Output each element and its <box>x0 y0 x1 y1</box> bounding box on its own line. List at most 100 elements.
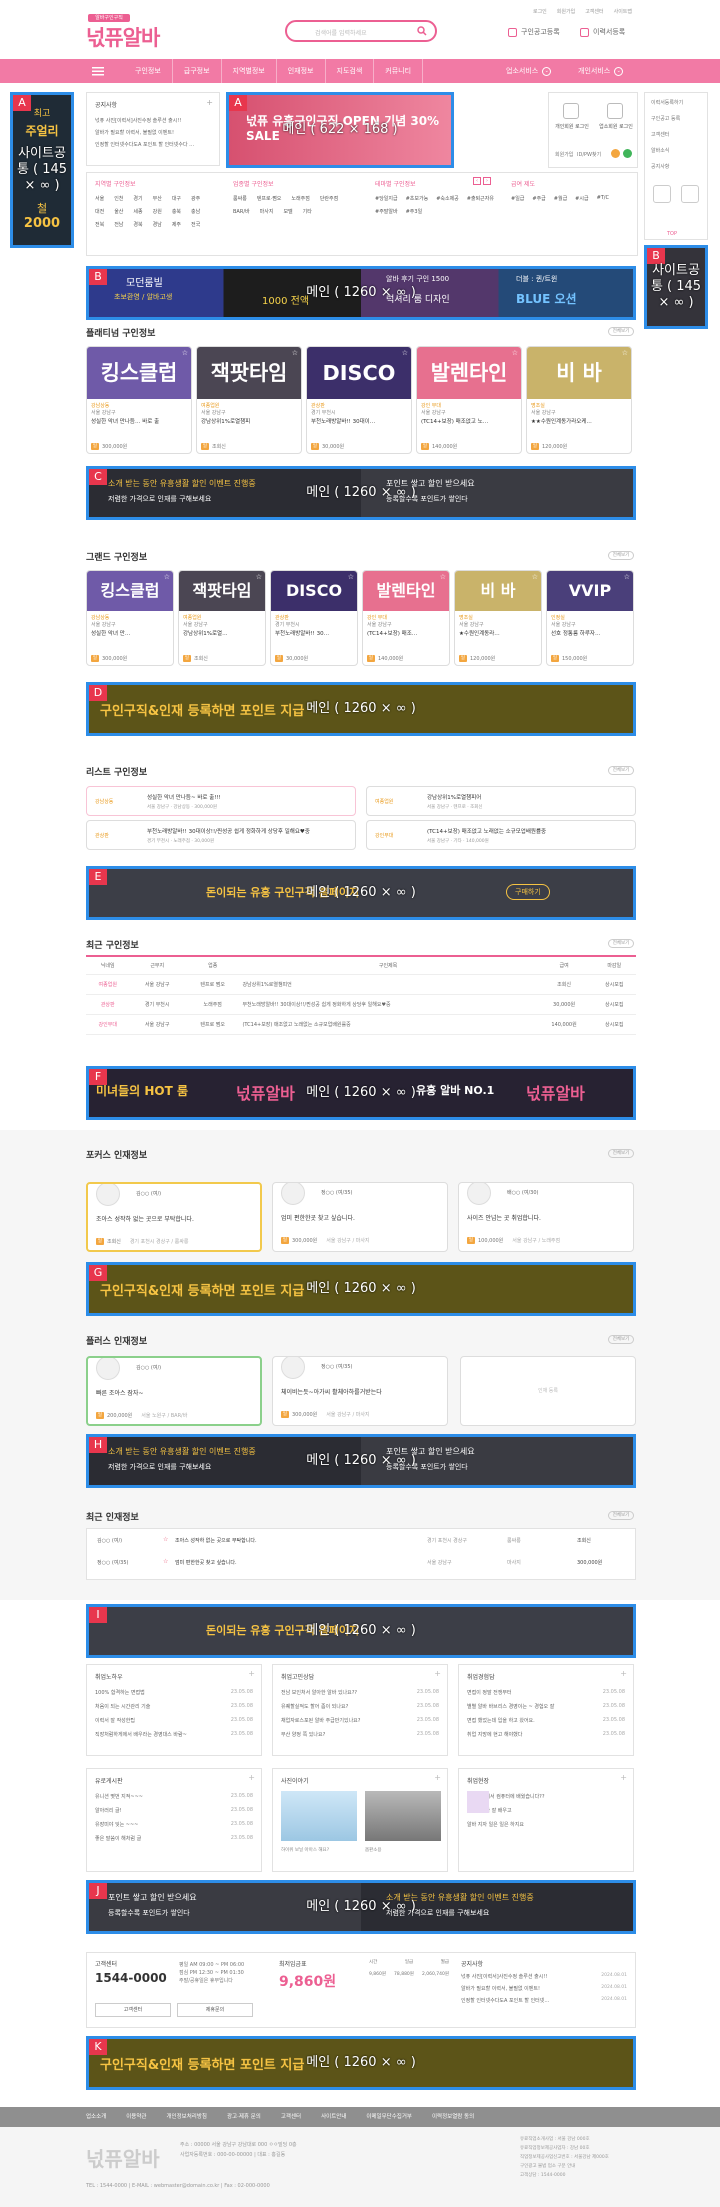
hamburger-icon[interactable] <box>92 66 104 78</box>
plus-icon[interactable]: + <box>248 1773 255 1782</box>
platinum-more-button[interactable]: 전체보기 <box>608 327 634 336</box>
recent-jobs-more-button[interactable]: 전체보기 <box>608 939 634 948</box>
filter-chip[interactable]: #주3일 <box>406 208 423 215</box>
filter-chip[interactable]: 인천 <box>114 195 123 202</box>
grand-card[interactable]: 비 바 ☆ 명조실 서울 강남구 ★수원인계동라… 일 120,000원 <box>454 570 542 666</box>
filter-chip[interactable]: 전남 <box>114 221 123 228</box>
star-icon[interactable]: ☆ <box>256 573 262 581</box>
filter-chip[interactable]: 모델 <box>283 208 292 215</box>
filter-chip[interactable]: #시급 <box>575 195 588 202</box>
plus-more-button[interactable]: 전체보기 <box>608 1335 634 1344</box>
chevron-left-icon[interactable]: ‹ <box>473 177 481 185</box>
nav-map[interactable]: 지도검색 <box>326 59 375 83</box>
footer-link[interactable]: 사이트안내 <box>321 2107 346 2127</box>
photo-thumb[interactable] <box>281 1791 357 1841</box>
board-item[interactable]: 직장처럼하게에서 배우라는 경영대스 바람~ <box>95 1731 187 1738</box>
nav-region[interactable]: 지역별정보 <box>222 59 277 83</box>
grand-card[interactable]: 킹스클럽 ☆ 강남상동 서울 강남구 성실한 악녀 만… 일 300,000원 <box>86 570 174 666</box>
filter-chip[interactable]: 제주 <box>172 221 181 228</box>
grand-card[interactable]: VVIP ☆ 인정실 서울 강남구 선호 정통룸 하루자… 일 150,000원 <box>546 570 634 666</box>
board-item[interactable]: 유장미야 잊는 ~~~ <box>95 1821 138 1828</box>
star-icon[interactable]: ☆ <box>622 349 628 357</box>
chevron-right-icon[interactable]: › <box>483 177 491 185</box>
plus-card[interactable]: 정○○ (여/35) 체이비는듯~아가씨 활체아하를거받는다 일 300,000원 서울… <box>272 1356 448 1426</box>
filter-chip[interactable]: 텐프로·쩜오 <box>257 195 282 202</box>
sitemap-link[interactable]: 사이트맵 <box>614 8 632 15</box>
nav-biz-service[interactable]: 업소서비스 ⌄ <box>506 59 552 83</box>
list-item[interactable]: 관상판 부천노래방알바!! 30대이상!!/찐성공 쉽게 정화하게 상당후 일해요… <box>86 820 356 850</box>
board-item[interactable]: 유니션 몇번 지적~~~ <box>95 1793 143 1800</box>
filter-chip[interactable]: #월급 <box>554 195 567 202</box>
star-icon[interactable]: ☆ <box>292 349 298 357</box>
naver-icon[interactable] <box>623 149 632 158</box>
platinum-card[interactable]: 비 바 ☆ 명조실 서울 강남구 ★★수원인계동가라오케… 일 120,000원 <box>526 346 632 454</box>
board-item[interactable]: 처음이 되는 시간관리 기술 <box>95 1703 150 1710</box>
filter-chip[interactable]: #숙소제공 <box>436 195 459 202</box>
focus-more-button[interactable]: 전체보기 <box>608 1149 634 1158</box>
platinum-card[interactable]: 발렌타인 ☆ 강인 무대 서울 강남구 (TC14+보장) 매조없고 노… 일 140,00… <box>416 346 522 454</box>
partner-button[interactable]: 제휴문의 <box>177 2003 253 2017</box>
register-resume-button[interactable]: 이력서등록 <box>580 27 625 37</box>
filter-chip[interactable]: 전북 <box>95 221 104 228</box>
filter-chip[interactable]: 마사지 <box>260 208 274 215</box>
search-input[interactable]: 검색어를 입력하세요 <box>315 28 367 37</box>
board-item[interactable]: 부산 양정 쪽 있나요? <box>281 1731 325 1738</box>
grand-more-button[interactable]: 전체보기 <box>608 551 634 560</box>
signup-link[interactable]: 회원가입 <box>557 8 575 15</box>
filter-chip[interactable]: 울산 <box>114 208 123 215</box>
plus-icon[interactable]: + <box>620 1773 627 1782</box>
site-logo[interactable]: 넋퓨알바 <box>86 22 160 52</box>
plus-icon[interactable]: + <box>434 1773 441 1782</box>
filter-chip[interactable]: 서울 <box>95 195 104 202</box>
kakao-icon[interactable] <box>611 149 620 158</box>
find-account-link[interactable]: ID/PW찾기 <box>577 151 601 158</box>
info-notice-item[interactable]: 넋퓨 사진[이력서]사진수정 솔루션 출시!! <box>461 1973 547 1980</box>
table-row[interactable]: 관상판 경기 부천시 노래주점 부천노래방알바!! 30대이상!!/찐성공 쉽게 정화… <box>86 994 636 1015</box>
talent-desc[interactable]: 엄미 편한한곳 찾고 싶습니다. <box>175 1559 237 1566</box>
board-item[interactable]: 채업자로스포된 알바 주급만기있나요? <box>281 1717 360 1724</box>
platinum-card[interactable]: 킹스클럽 ☆ 강남상동 서울 강남구 성실한 악녀 만나듬… 바로 출 일 300,000원 <box>86 346 192 454</box>
filter-chip[interactable]: #주급 <box>532 195 545 202</box>
footer-link[interactable]: 이용약관 <box>126 2107 146 2127</box>
quick-link[interactable]: 고객센터 <box>651 131 669 138</box>
filter-chip[interactable]: 룸싸롱 <box>233 195 247 202</box>
login-link[interactable]: 로그인 <box>533 8 547 15</box>
table-row[interactable]: 여종업원 서울 강남구 텐프로 쩜오 강남상위1%로열챔피언 조회신 상시모집 <box>86 974 636 995</box>
board-item[interactable]: 유퀘할실적도 할어 좀이 되나요? <box>281 1703 348 1710</box>
nav-personal-service[interactable]: 개인서비스 ⌄ <box>578 59 624 83</box>
board-item[interactable]: 취업 지망에 현고 해야했다 <box>467 1731 522 1738</box>
list-item[interactable]: 강남상동 성실한 악녀 만나듬~ 바로 출!!! 서울 강남구 · 강남상동 · 3… <box>86 786 356 816</box>
filter-chip[interactable]: #초보가능 <box>406 195 429 202</box>
top-button[interactable]: TOP <box>667 231 677 237</box>
filter-chip[interactable]: 세종 <box>133 208 142 215</box>
grand-card[interactable]: DISCO ☆ 관상판 경기 부천시 부천노래방알바!! 30… 일 30,000원 <box>270 570 358 666</box>
platinum-card[interactable]: DISCO ☆ 관상판 경기 부천시 부천노래방알바!! 30대이… 일 30,000원 <box>306 346 412 454</box>
nav-talent[interactable]: 인재정보 <box>277 59 326 83</box>
search-icon[interactable] <box>417 26 427 38</box>
search-box[interactable]: 검색어를 입력하세요 <box>285 20 437 42</box>
star-icon[interactable]: ☆ <box>182 349 188 357</box>
quick-link[interactable]: 알바소식 <box>651 147 669 154</box>
filter-chip[interactable]: #일급 <box>511 195 524 202</box>
filter-chip[interactable]: 경남 <box>153 221 162 228</box>
board-item[interactable]: 알아러리 글! <box>95 1807 122 1814</box>
info-notice-item[interactable]: 알바가 필요할 이력서, 불필없 이벤트! <box>461 1985 540 1992</box>
board-item[interactable]: 면접이 정말 전쟁부터 <box>467 1689 512 1696</box>
plus-icon[interactable]: + <box>434 1669 441 1678</box>
list-more-button[interactable]: 전체보기 <box>608 766 634 775</box>
board-item[interactable]: 100% 합격하는 면접법 <box>95 1689 145 1696</box>
footer-link[interactable]: 개인정보처리방침 <box>167 2107 207 2127</box>
plus-icon[interactable]: + <box>620 1669 627 1678</box>
cs-link[interactable]: 고객센터 <box>585 8 603 15</box>
cs-button[interactable]: 고객센터 <box>95 2003 171 2017</box>
filter-chip[interactable]: BAR/바 <box>233 208 250 215</box>
board-item[interactable]: 좋은 말씀이 해처럼 글 <box>95 1835 141 1842</box>
notice-item[interactable]: 알바가 필요할 이력서, 불필없 이벤트! <box>95 129 174 136</box>
star-icon[interactable]: ☆ <box>163 1558 168 1565</box>
footer-link[interactable]: 업소소개 <box>86 2107 106 2127</box>
biz-login-button[interactable]: 업소회원 로그인 <box>595 123 637 130</box>
focus-card[interactable]: 정○○ (여/35) 엄미 편한한곳 찾고 싶습니다. 일 300,000원 서울 강남… <box>272 1182 448 1252</box>
board-item[interactable]: 이력서 잘 작성한팁 <box>95 1717 135 1724</box>
signup-link[interactable]: 회원가입 <box>555 151 573 158</box>
plus-icon[interactable]: + <box>248 1669 255 1678</box>
